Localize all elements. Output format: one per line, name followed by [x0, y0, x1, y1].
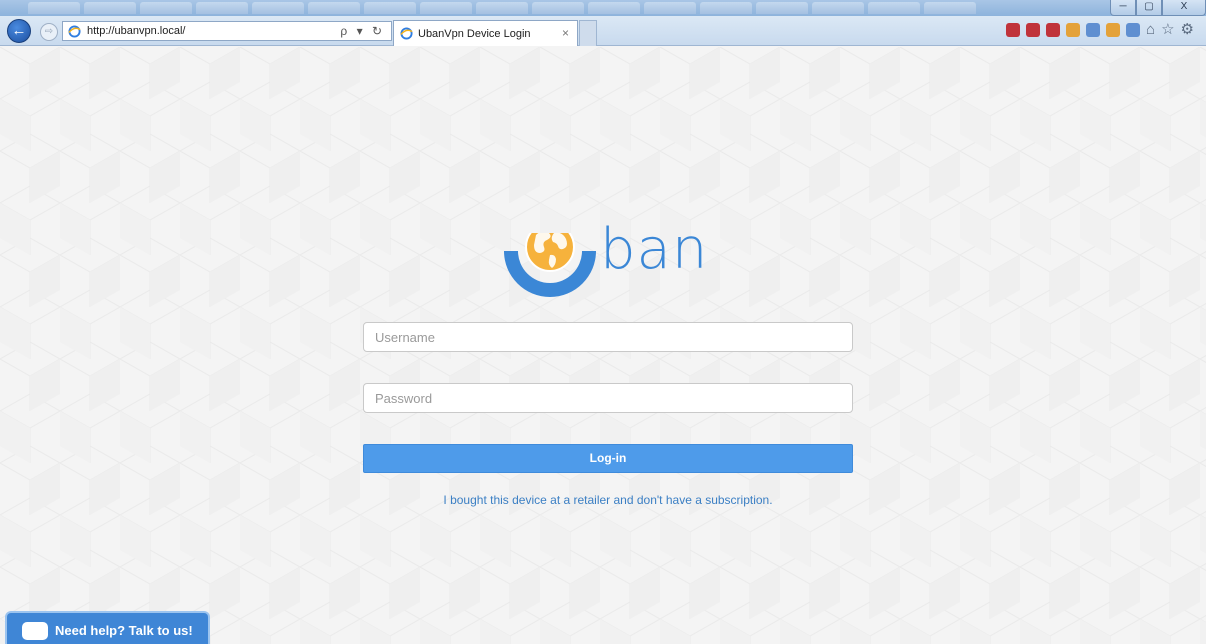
background-tab[interactable]	[532, 2, 584, 14]
toolbar-icons: ⌂ ☆ ⚙	[1006, 22, 1194, 37]
extension-icon[interactable]	[1046, 23, 1061, 37]
new-tab-button[interactable]	[579, 20, 597, 46]
extension-icon[interactable]	[1106, 23, 1121, 37]
favorites-star-icon[interactable]: ☆	[1161, 22, 1174, 37]
active-tab[interactable]: UbanVpn Device Login ×	[393, 20, 578, 46]
extension-icon[interactable]	[1086, 23, 1101, 37]
close-window-button[interactable]: X	[1162, 0, 1206, 16]
address-bar[interactable]: http://ubanvpn.local/ ρ ▾ ↻	[62, 21, 392, 41]
background-tab[interactable]	[812, 2, 864, 14]
background-tab[interactable]	[924, 2, 976, 14]
extension-icon[interactable]	[1126, 23, 1141, 37]
ie-icon	[400, 27, 413, 40]
tab-close-icon[interactable]: ×	[562, 26, 569, 40]
background-tab[interactable]	[364, 2, 416, 14]
address-url: http://ubanvpn.local/	[87, 25, 186, 37]
login-page: ban Log-in I bought this device at a ret…	[0, 47, 1206, 644]
help-chat-button[interactable]: Need help? Talk to us!	[5, 611, 210, 644]
back-button[interactable]: ←	[7, 19, 31, 43]
background-tab[interactable]	[700, 2, 752, 14]
background-tabs	[28, 2, 976, 14]
maximize-button[interactable]: ▢	[1136, 0, 1162, 16]
retailer-no-subscription-link[interactable]: I bought this device at a retailer and d…	[363, 493, 853, 507]
extension-icon[interactable]	[1006, 23, 1021, 37]
extension-icon[interactable]	[1066, 23, 1081, 37]
settings-gear-icon[interactable]: ⚙	[1181, 22, 1194, 37]
login-button[interactable]: Log-in	[363, 444, 853, 473]
background-tab[interactable]	[252, 2, 304, 14]
background-tab[interactable]	[140, 2, 192, 14]
background-tab[interactable]	[308, 2, 360, 14]
tab-title: UbanVpn Device Login	[418, 28, 531, 40]
help-chat-label: Need help? Talk to us!	[55, 623, 193, 638]
minimize-button[interactable]: ─	[1110, 0, 1136, 16]
extension-icon[interactable]	[1026, 23, 1041, 37]
background-tab[interactable]	[476, 2, 528, 14]
forward-button[interactable]: ⇨	[40, 23, 58, 41]
background-tab[interactable]	[420, 2, 472, 14]
window-titlebar: ─ ▢ X	[0, 0, 1206, 16]
globe-icon	[525, 233, 575, 272]
chat-bubble-icon	[22, 622, 48, 640]
background-tab[interactable]	[28, 2, 80, 14]
window-controls: ─ ▢ X	[1110, 0, 1206, 16]
background-tab[interactable]	[84, 2, 136, 14]
browser-navbar: ← ⇨ http://ubanvpn.local/ ρ ▾ ↻ UbanVpn …	[0, 16, 1206, 46]
background-tab[interactable]	[756, 2, 808, 14]
username-input[interactable]	[363, 322, 853, 352]
logo-wordmark: ban	[600, 217, 709, 282]
ie-icon	[68, 25, 81, 38]
search-refresh-icons[interactable]: ρ ▾ ↻	[340, 24, 385, 38]
background-tab[interactable]	[588, 2, 640, 14]
home-icon[interactable]: ⌂	[1146, 22, 1155, 37]
password-input[interactable]	[363, 383, 853, 413]
background-tab[interactable]	[868, 2, 920, 14]
background-tab[interactable]	[196, 2, 248, 14]
background-tab[interactable]	[644, 2, 696, 14]
